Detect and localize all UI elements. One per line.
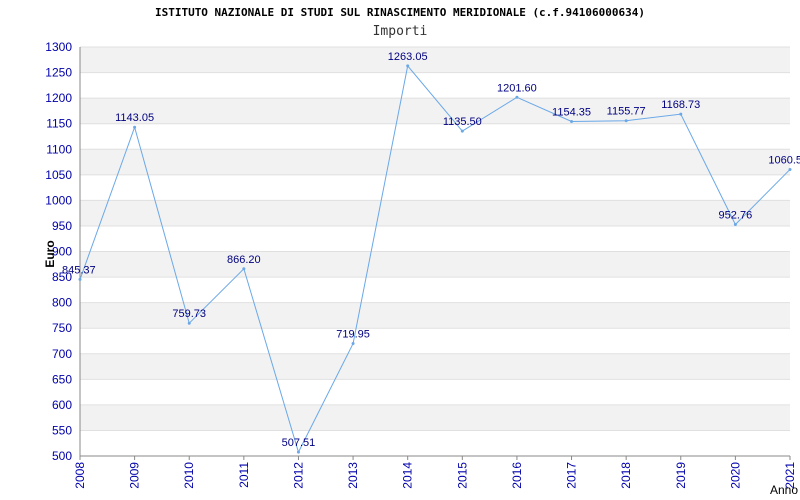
x-tick-label: 2009 [128, 462, 142, 489]
x-tick-label: 2010 [182, 462, 196, 489]
data-label: 1060.5 [768, 154, 800, 166]
data-point [515, 95, 519, 99]
data-label: 759.73 [172, 308, 206, 320]
data-point [460, 129, 464, 133]
y-tick-label: 1250 [45, 66, 72, 80]
grid-band [80, 404, 790, 431]
x-tick-label: 2011 [237, 462, 251, 488]
data-label: 1168.73 [661, 99, 700, 111]
data-label: 507.51 [282, 437, 316, 449]
x-tick-label: 2017 [565, 462, 579, 489]
data-point [242, 267, 246, 271]
data-label: 866.20 [227, 254, 261, 266]
y-axis-label: Euro [43, 240, 57, 267]
y-tick-label: 600 [52, 398, 72, 412]
data-label: 1155.77 [607, 106, 646, 118]
y-tick-label: 1300 [45, 40, 72, 54]
chart: ISTITUTO NAZIONALE DI STUDI SUL RINASCIM… [0, 0, 800, 500]
x-tick-label: 2020 [728, 462, 742, 489]
y-tick-label: 700 [52, 347, 72, 361]
y-tick-label: 1050 [45, 168, 72, 182]
x-tick-label: 2008 [73, 462, 87, 489]
grid-band [80, 47, 790, 73]
x-axis-label: Anno [770, 483, 798, 497]
data-point [679, 112, 683, 116]
y-tick-label: 650 [52, 372, 72, 386]
data-point [733, 223, 737, 227]
data-label: 1154.35 [552, 106, 591, 118]
x-tick-label: 2016 [510, 462, 524, 489]
grid-band [80, 251, 790, 278]
y-tick-label: 1100 [46, 142, 72, 156]
data-point [296, 450, 300, 454]
plot-area: 5005506006507007508008509009501000105011… [43, 40, 800, 497]
y-tick-label: 750 [52, 321, 72, 335]
data-point [788, 167, 792, 171]
x-tick-label: 2015 [455, 462, 469, 489]
grid-band [80, 200, 790, 226]
y-tick-label: 800 [52, 296, 72, 310]
grid-band [80, 353, 790, 380]
x-tick-label: 2019 [674, 462, 688, 489]
x-tick-label: 2013 [346, 462, 360, 489]
data-label: 1135.50 [443, 116, 482, 128]
data-point [187, 321, 191, 325]
y-tick-label: 950 [52, 219, 72, 233]
data-label: 1143.05 [115, 112, 154, 124]
data-point [351, 342, 355, 346]
data-label: 952.76 [719, 210, 753, 222]
data-point [570, 119, 574, 123]
data-label: 1201.60 [497, 82, 537, 94]
data-point [78, 277, 82, 281]
grid-band [80, 149, 790, 175]
data-label: 719.95 [336, 329, 370, 341]
x-tick-label: 2012 [291, 462, 305, 489]
data-label: 845.37 [62, 264, 96, 276]
data-point [406, 64, 410, 68]
y-tick-label: 550 [52, 423, 72, 437]
y-tick-label: 1150 [46, 117, 72, 131]
data-label: 1263.05 [388, 51, 428, 63]
y-tick-label: 1200 [45, 91, 72, 105]
y-tick-label: 500 [52, 449, 72, 463]
data-point [133, 125, 137, 129]
x-tick-label: 2014 [401, 462, 415, 489]
data-point [624, 119, 628, 123]
y-tick-label: 1000 [45, 193, 72, 207]
x-tick-label: 2018 [619, 462, 633, 489]
